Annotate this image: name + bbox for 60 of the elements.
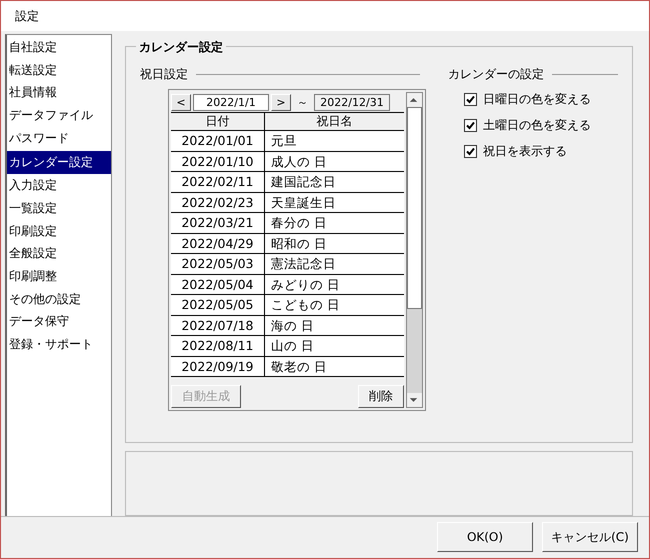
table-cell: 2022/05/03: [171, 254, 265, 274]
table-cell: 2022/05/05: [171, 295, 265, 314]
sidebar-item[interactable]: 印刷調整: [7, 264, 111, 288]
sidebar-item[interactable]: データファイル: [7, 104, 111, 127]
table-cell-text: みどりの 日: [270, 276, 341, 294]
table-cell-text: 元旦: [270, 132, 298, 150]
table-cell-text: こどもの 日: [270, 296, 341, 314]
column-header: 祝日名: [316, 113, 354, 130]
checkbox-label: 土曜日の色を変える: [483, 117, 591, 134]
sidebar-item[interactable]: 一覧設定: [7, 196, 111, 220]
table-cell: 2022/01/01: [171, 131, 265, 150]
sidebar-item[interactable]: 登録・サポート: [7, 332, 111, 356]
previous-button[interactable]: <: [171, 94, 191, 110]
checkbox[interactable]: [464, 93, 477, 106]
table-cell: 2022/01/10: [171, 152, 265, 171]
sidebar-item[interactable]: データ保守: [7, 310, 111, 333]
sidebar-item[interactable]: 転送設定: [7, 58, 111, 82]
table-cell: 2022/02/23: [171, 192, 265, 212]
sidebar-item[interactable]: 自社設定: [7, 36, 111, 59]
to-date-field[interactable]: 2022/12/31: [314, 94, 390, 110]
sidebar-item[interactable]: 入力設定: [7, 174, 111, 197]
sidebar-item[interactable]: 全般設定: [7, 242, 111, 265]
table-cell-text: 敬老の 日: [270, 358, 328, 376]
sidebar-item[interactable]: カレンダー設定: [7, 151, 111, 174]
table-cell-text: 春分の 日: [270, 214, 328, 232]
sidebar-item[interactable]: 社員情報: [7, 81, 111, 104]
checkbox[interactable]: [464, 145, 477, 158]
range-separator: ～: [296, 94, 309, 110]
table-cell: 2022/03/21: [171, 213, 265, 232]
section-title: カレンダーの設定: [448, 66, 544, 82]
section-title: 祝日設定: [140, 66, 188, 82]
table-cell-text: 成人の 日: [270, 152, 328, 170]
dialog-button[interactable]: キャンセル(C): [542, 522, 638, 552]
from-date-field[interactable]: 2022/1/1: [193, 94, 269, 110]
table-cell-text: 昭和の 日: [270, 234, 328, 252]
column-header: 日付: [171, 113, 265, 130]
table-cell: 2022/07/18: [171, 316, 265, 335]
table-cell-text: 建国記念日: [270, 173, 337, 191]
table-cell: 2022/05/04: [171, 274, 265, 294]
table-button[interactable]: 削除: [358, 385, 404, 408]
table-cell: 2022/04/29: [171, 234, 265, 253]
group-title: カレンダー設定: [136, 39, 226, 56]
sidebar-item[interactable]: 印刷設定: [7, 220, 111, 242]
checkbox-label: 日曜日の色を変える: [483, 91, 591, 108]
sidebar-item[interactable]: パスワード: [7, 126, 111, 150]
dialog-button[interactable]: OK(O): [437, 522, 533, 552]
table-cell: 2022/09/19: [171, 356, 265, 376]
scrollbar[interactable]: [406, 92, 423, 408]
table-cell-text: 憲法記念日: [270, 255, 337, 273]
table-cell-text: 山の 日: [270, 337, 315, 355]
table-cell: 2022/02/11: [171, 172, 265, 192]
checkbox[interactable]: [464, 119, 477, 132]
scroll-thumb[interactable]: [407, 107, 422, 309]
table-cell-text: 天皇誕生日: [270, 194, 337, 212]
table-cell: 2022/08/11: [171, 336, 265, 356]
table-cell-text: 海の 日: [270, 316, 315, 334]
sidebar-item[interactable]: その他の設定: [7, 288, 111, 310]
checkbox-label: 祝日を表示する: [483, 143, 567, 160]
window-title: 設定: [15, 8, 39, 24]
next-button[interactable]: >: [271, 94, 291, 110]
